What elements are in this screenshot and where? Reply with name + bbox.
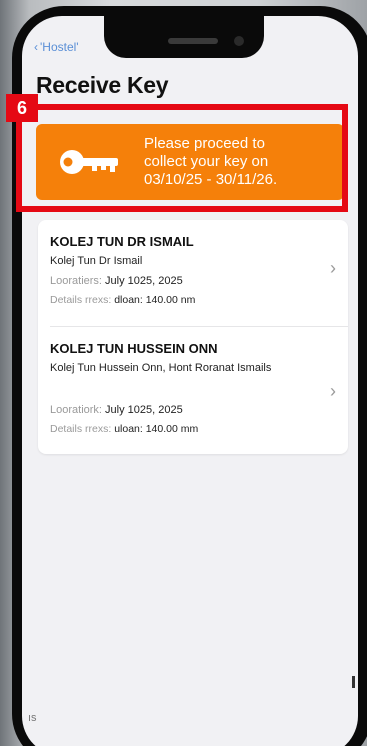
- back-button-label: 'Hostel': [40, 40, 79, 54]
- background: ‹ 'Hostel' Receive Key Please proceed to…: [0, 0, 367, 746]
- hostel-name: KOLEJ TUN DR ISMAIL: [50, 234, 194, 249]
- hostel-details: Details rrexs: uloan: 140.00 mm: [50, 423, 198, 435]
- hostel-list: KOLEJ TUN DR ISMAIL Kolej Tun Dr Ismail …: [38, 220, 348, 454]
- chevron-right-icon: ›: [330, 258, 336, 278]
- details-value: uloan: 140.00 mm: [114, 423, 199, 435]
- hostel-date: Looratiork: July 1025, 2025: [50, 404, 183, 416]
- hostel-subtitle: Kolej Tun Dr Ismail: [50, 255, 143, 267]
- details-label: Details rrexs:: [50, 294, 112, 306]
- chevron-right-icon: ›: [330, 381, 336, 401]
- phone-notch: [104, 14, 264, 58]
- footer-text: ıs: [28, 712, 37, 724]
- front-camera: [234, 36, 244, 46]
- date-value: July 1025, 2025: [105, 275, 183, 287]
- back-button[interactable]: ‹ 'Hostel': [34, 40, 79, 54]
- details-label: Details rrexs:: [50, 423, 112, 435]
- hostel-date: Looratiers: July 1025, 2025: [50, 275, 183, 287]
- chevron-left-icon: ‹: [34, 40, 38, 54]
- speaker-grille: [168, 38, 218, 44]
- step-number-badge: 6: [6, 94, 38, 122]
- list-item[interactable]: KOLEJ TUN DR ISMAIL Kolej Tun Dr Ismail …: [38, 220, 348, 326]
- hostel-name: KOLEJ TUN HUSSEIN ONN: [50, 341, 218, 356]
- hostel-details: Details rrexs: dloan: 140.00 nm: [50, 294, 195, 306]
- date-value: July 1025, 2025: [105, 404, 183, 416]
- date-label: Looratiers:: [50, 275, 102, 287]
- page-title: Receive Key: [36, 72, 169, 98]
- annotation-highlight-box: [16, 104, 348, 212]
- list-item[interactable]: KOLEJ TUN HUSSEIN ONN Kolej Tun Hussein …: [38, 327, 348, 454]
- details-value: dloan: 140.00 nm: [114, 294, 196, 306]
- date-label: Looratiork:: [50, 404, 102, 416]
- hostel-subtitle: Kolej Tun Hussein Onn, Hont Roranat Isma…: [50, 362, 272, 374]
- side-indicator: [352, 676, 355, 688]
